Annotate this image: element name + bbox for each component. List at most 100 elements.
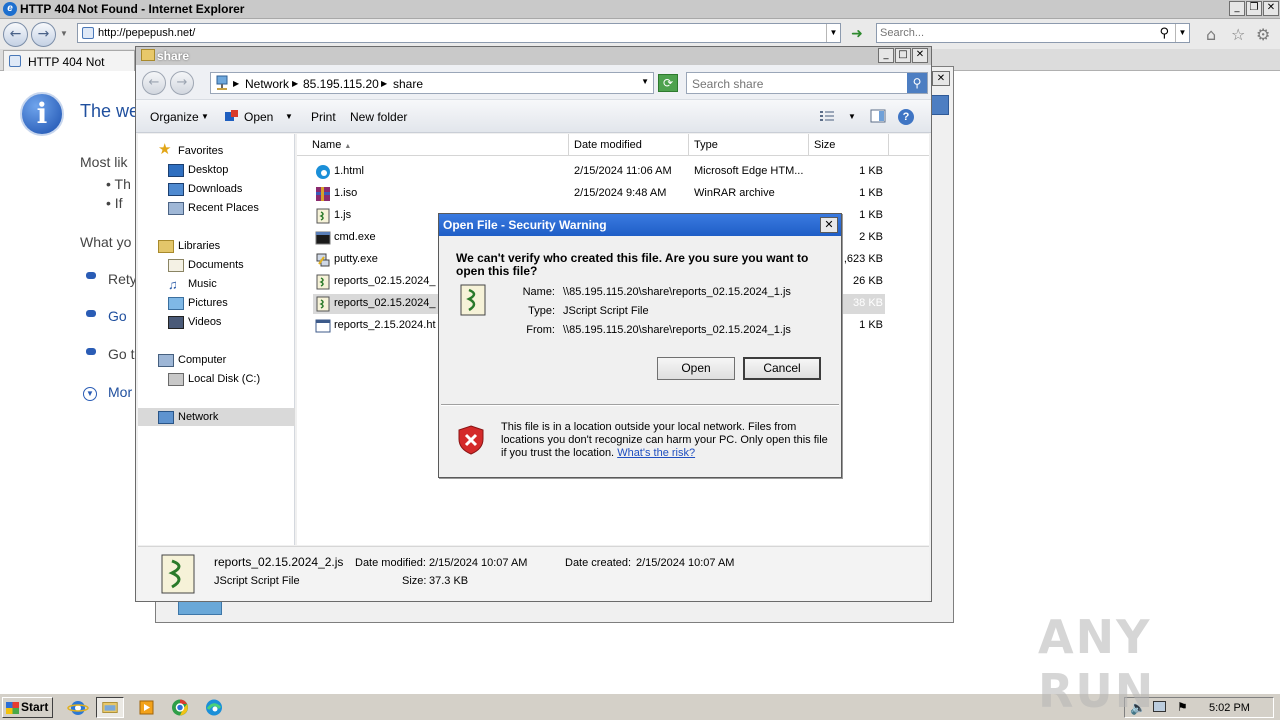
column-date[interactable]: Date modified bbox=[569, 134, 689, 156]
chevron-down-icon[interactable]: ▼ bbox=[285, 110, 293, 124]
nav-videos[interactable]: Videos bbox=[188, 316, 221, 328]
address-dropdown-icon[interactable]: ▼ bbox=[641, 77, 649, 86]
favorites-star-icon[interactable]: ☆ bbox=[1231, 25, 1245, 44]
column-type[interactable]: Type bbox=[689, 134, 809, 156]
breadcrumb-arrow-icon[interactable]: ▶ bbox=[381, 77, 387, 91]
taskbar-chrome-button[interactable] bbox=[166, 697, 194, 718]
search-dropdown-icon[interactable]: ▼ bbox=[1175, 24, 1189, 42]
file-row[interactable]: 1.iso 2/15/2024 9:48 AM WinRAR archive 1… bbox=[313, 184, 885, 204]
nav-downloads[interactable]: Downloads bbox=[188, 183, 242, 195]
nav-computer[interactable]: Computer bbox=[178, 354, 226, 366]
taskbar-edge-button[interactable] bbox=[200, 697, 228, 718]
chevron-down-icon[interactable]: ▼ bbox=[848, 110, 856, 124]
close-button[interactable]: ✕ bbox=[1263, 1, 1279, 16]
retry-link[interactable]: Rety bbox=[108, 271, 137, 287]
help-icon[interactable]: ? bbox=[898, 109, 914, 125]
nav-libraries[interactable]: Libraries bbox=[178, 240, 220, 252]
type-label: Type: bbox=[528, 305, 555, 317]
refresh-icon[interactable]: ⟳ bbox=[658, 74, 678, 92]
breadcrumb-arrow-icon[interactable]: ▶ bbox=[233, 77, 239, 91]
home-icon[interactable]: ⌂ bbox=[1206, 25, 1216, 44]
start-button[interactable]: Start bbox=[2, 697, 53, 718]
file-row[interactable]: 1.html 2/15/2024 11:06 AM Microsoft Edge… bbox=[313, 162, 885, 182]
chevron-down-icon[interactable]: ▼ bbox=[83, 387, 97, 401]
view-details-icon[interactable] bbox=[819, 108, 835, 124]
bullet-icon bbox=[86, 310, 96, 317]
network-icon bbox=[158, 411, 174, 424]
tab-http-404[interactable]: HTTP 404 Not Found bbox=[3, 50, 135, 83]
go-link-2[interactable]: Go t bbox=[108, 346, 134, 362]
minimize-button[interactable]: _ bbox=[1229, 1, 1245, 16]
organize-button[interactable]: Organize bbox=[150, 110, 199, 124]
column-name[interactable]: Name ▲ bbox=[307, 134, 569, 156]
search-icon[interactable]: ⚲ bbox=[1159, 25, 1169, 41]
nav-documents[interactable]: Documents bbox=[188, 259, 244, 271]
open-button[interactable]: Open bbox=[657, 357, 735, 380]
downloads-icon bbox=[168, 183, 184, 196]
dialog-close-button[interactable]: ✕ bbox=[820, 217, 838, 233]
chevron-down-icon[interactable]: ▼ bbox=[201, 110, 209, 124]
bullet-icon bbox=[86, 348, 96, 355]
breadcrumb-arrow-icon[interactable]: ▶ bbox=[292, 77, 298, 91]
minimize-button[interactable]: _ bbox=[878, 48, 894, 63]
breadcrumb-share[interactable]: share bbox=[393, 77, 423, 91]
taskbar-ie-button[interactable] bbox=[64, 697, 92, 718]
nav-desktop[interactable]: Desktop bbox=[188, 164, 228, 176]
address-value: http://pepepush.net/ bbox=[98, 27, 196, 39]
chrome-icon bbox=[172, 699, 188, 716]
shield-error-icon bbox=[458, 425, 484, 455]
nav-local-disk[interactable]: Local Disk (C:) bbox=[188, 373, 260, 385]
go-link-1[interactable]: Go bbox=[108, 308, 127, 324]
maximize-button[interactable]: □ bbox=[895, 48, 911, 63]
go-arrow-icon[interactable]: ➜ bbox=[848, 24, 866, 42]
file-name: 1.iso bbox=[334, 187, 358, 199]
history-dropdown-icon[interactable]: ▼ bbox=[60, 29, 68, 38]
breadcrumb-network[interactable]: Network bbox=[245, 77, 289, 91]
open-button[interactable]: Open bbox=[244, 110, 273, 124]
videos-icon bbox=[168, 316, 184, 329]
computer-icon bbox=[158, 354, 174, 367]
explorer-title: share bbox=[157, 49, 190, 63]
forward-button[interactable]: → bbox=[170, 71, 194, 95]
taskbar-media-button[interactable] bbox=[132, 697, 160, 718]
navigation-pane: ★ Favorites Desktop Downloads Recent Pla… bbox=[138, 134, 295, 545]
forward-button[interactable]: → bbox=[31, 22, 56, 47]
restore-button[interactable]: ❐ bbox=[1246, 1, 1262, 16]
nav-favorites[interactable]: Favorites bbox=[178, 145, 223, 157]
jscript-file-icon bbox=[316, 296, 330, 312]
explorer-address-bar[interactable]: ▶ Network ▶ 85.195.115.20 ▶ share ▼ bbox=[210, 72, 654, 94]
ie-search-input[interactable] bbox=[880, 26, 1150, 40]
details-size-label: Size: bbox=[402, 575, 427, 587]
explorer-address-row: ← → ▶ Network ▶ 85.195.115.20 ▶ share ▼ … bbox=[136, 65, 931, 99]
whats-the-risk-link[interactable]: What's the risk? bbox=[617, 447, 695, 459]
error-what-you: What yo bbox=[80, 234, 132, 250]
file-name: putty.exe bbox=[334, 253, 378, 265]
address-bar[interactable]: http://pepepush.net/ ▼ bbox=[77, 23, 841, 43]
nav-network[interactable]: Network bbox=[178, 411, 218, 423]
nav-recent-places[interactable]: Recent Places bbox=[188, 202, 259, 214]
ie-search-box[interactable]: ⚲ ▼ bbox=[876, 23, 1190, 43]
print-button[interactable]: Print bbox=[311, 110, 336, 124]
close-button[interactable]: ✕ bbox=[932, 71, 950, 86]
dialog-question: We can't verify who created this file. A… bbox=[456, 251, 809, 278]
preview-pane-icon[interactable] bbox=[870, 108, 886, 124]
network-icon bbox=[216, 75, 228, 90]
explorer-search-box[interactable]: ⚲ bbox=[686, 72, 928, 94]
column-size[interactable]: Size bbox=[809, 134, 889, 156]
back-button[interactable]: ← bbox=[3, 22, 28, 47]
address-dropdown-icon[interactable]: ▼ bbox=[826, 24, 840, 42]
taskbar-explorer-button[interactable] bbox=[96, 697, 124, 718]
nav-pictures[interactable]: Pictures bbox=[188, 297, 228, 309]
nav-music[interactable]: Music bbox=[188, 278, 217, 290]
back-button[interactable]: ← bbox=[142, 71, 166, 95]
jscript-file-icon bbox=[316, 208, 330, 224]
cancel-button[interactable]: Cancel bbox=[743, 357, 821, 380]
more-info-link[interactable]: Mor bbox=[108, 384, 132, 400]
dialog-warning-text: This file is in a location outside your … bbox=[501, 421, 831, 460]
close-button[interactable]: ✕ bbox=[912, 48, 928, 63]
explorer-search-input[interactable] bbox=[692, 76, 902, 91]
tools-gear-icon[interactable]: ⚙ bbox=[1256, 25, 1270, 44]
search-icon[interactable]: ⚲ bbox=[907, 73, 927, 93]
new-folder-button[interactable]: New folder bbox=[350, 110, 407, 124]
breadcrumb-host[interactable]: 85.195.115.20 bbox=[303, 77, 379, 91]
